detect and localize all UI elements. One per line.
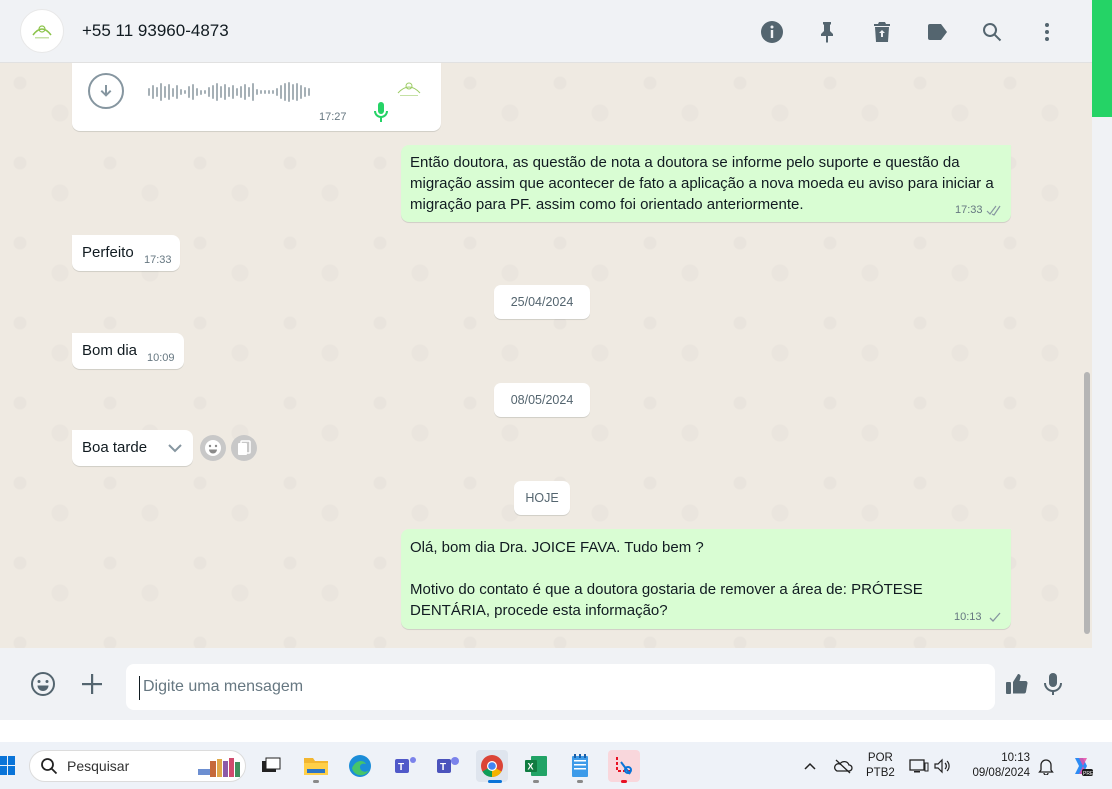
language-code: POR — [867, 751, 893, 764]
window-bottom-gap — [0, 720, 1112, 742]
keyboard-layout: PTB2 — [866, 766, 895, 779]
notepad-icon[interactable] — [564, 750, 596, 782]
tray-overflow-icon[interactable] — [803, 742, 817, 789]
incoming-message[interactable]: Bom dia 10:09 — [72, 333, 184, 369]
message-time: 10:13 — [954, 611, 982, 623]
notification-bell-icon[interactable] — [1038, 742, 1054, 789]
message-text: Olá, bom dia Dra. JOICE FAVA. Tudo bem ? — [410, 539, 704, 556]
audio-message[interactable]: 17:27 — [72, 63, 441, 131]
edge-browser-icon[interactable] — [344, 750, 376, 782]
pin-icon[interactable] — [799, 12, 854, 52]
thumbs-up-icon[interactable] — [1003, 670, 1031, 698]
message-menu-chevron-icon[interactable] — [160, 433, 190, 463]
microphone-icon[interactable] — [1039, 670, 1067, 698]
clock-date: 09/08/2024 — [972, 766, 1030, 779]
running-indicator — [621, 780, 627, 783]
svg-text:T: T — [440, 762, 446, 773]
running-indicator — [533, 780, 539, 783]
date-divider: 08/05/2024 — [494, 383, 590, 417]
language-indicator[interactable]: POR PTB2 — [866, 742, 895, 789]
search-icon[interactable] — [964, 12, 1019, 52]
taskbar-search-label: Pesquisar — [67, 758, 130, 774]
chrome-icon[interactable] — [476, 750, 508, 782]
sender-thumbnail — [392, 77, 421, 101]
double-check-icon — [986, 205, 1001, 216]
message-text: Então doutora, as questão de nota a dout… — [410, 154, 994, 213]
volume-icon[interactable] — [933, 742, 951, 789]
composer — [0, 648, 1092, 720]
download-icon[interactable] — [88, 73, 124, 109]
audio-waveform[interactable] — [148, 81, 310, 103]
chat-header: +55 11 93960-4873 — [0, 0, 1092, 63]
outgoing-message[interactable]: Então doutora, as questão de nota a dout… — [401, 145, 1011, 222]
copy-icon[interactable] — [231, 435, 257, 461]
delete-icon[interactable] — [854, 12, 909, 52]
info-icon[interactable] — [744, 12, 799, 52]
running-indicator — [577, 780, 583, 783]
date-divider: 25/04/2024 — [494, 285, 590, 319]
incoming-message[interactable]: Perfeito 17:33 — [72, 235, 180, 271]
svg-text:PRE: PRE — [1083, 771, 1093, 777]
menu-icon[interactable] — [1019, 12, 1074, 52]
text-caret — [139, 676, 140, 700]
teams-work-icon[interactable]: T — [432, 750, 464, 782]
copilot-icon[interactable]: PRE — [1069, 742, 1093, 789]
active-indicator — [488, 780, 502, 783]
message-input[interactable] — [126, 664, 995, 710]
search-highlight-icon — [198, 758, 240, 777]
date-divider: HOJE — [514, 481, 570, 515]
message-time: 17:33 — [144, 254, 172, 266]
avatar[interactable] — [20, 9, 64, 53]
window-edge-accent — [1092, 0, 1112, 117]
message-text: Motivo do contato é que a doutora gostar… — [410, 581, 923, 619]
outgoing-message[interactable]: Olá, bom dia Dra. JOICE FAVA. Tudo bem ?… — [401, 529, 1011, 629]
react-emoji-icon[interactable] — [200, 435, 226, 461]
message-text: Boa tarde — [82, 439, 148, 456]
file-explorer-icon[interactable] — [300, 750, 332, 782]
message-time: 10:09 — [147, 352, 175, 364]
label-icon[interactable] — [909, 12, 964, 52]
excel-icon[interactable]: X — [520, 750, 552, 782]
teams-icon[interactable]: T — [390, 750, 422, 782]
chat-scrollbar[interactable] — [1084, 372, 1090, 634]
svg-text:T: T — [398, 762, 404, 773]
contact-name[interactable]: +55 11 93960-4873 — [82, 21, 229, 41]
logo-icon — [32, 25, 52, 39]
svg-text:X: X — [528, 762, 534, 772]
chat-area[interactable]: 17:27 Então doutora, as questão de nota … — [0, 63, 1092, 648]
message-text: Perfeito — [82, 244, 134, 261]
running-indicator — [313, 780, 319, 783]
message-text: Bom dia — [82, 342, 138, 359]
mic-icon — [374, 102, 388, 122]
windows-start-icon[interactable] — [0, 754, 16, 778]
clock[interactable]: 10:13 09/08/2024 — [966, 742, 1030, 789]
network-icon[interactable] — [909, 742, 929, 789]
task-view-icon[interactable] — [255, 750, 287, 782]
search-icon — [41, 758, 58, 775]
clock-time: 10:13 — [1001, 751, 1030, 764]
emoji-icon[interactable] — [29, 670, 57, 698]
incoming-message[interactable]: Boa tarde — [72, 430, 193, 466]
snipping-tool-icon[interactable] — [608, 750, 640, 782]
single-check-icon — [989, 612, 1001, 622]
message-time: 17:33 — [955, 204, 983, 216]
onedrive-offline-icon[interactable] — [833, 742, 853, 789]
message-time: 17:27 — [319, 111, 347, 123]
attach-plus-icon[interactable] — [78, 670, 106, 698]
